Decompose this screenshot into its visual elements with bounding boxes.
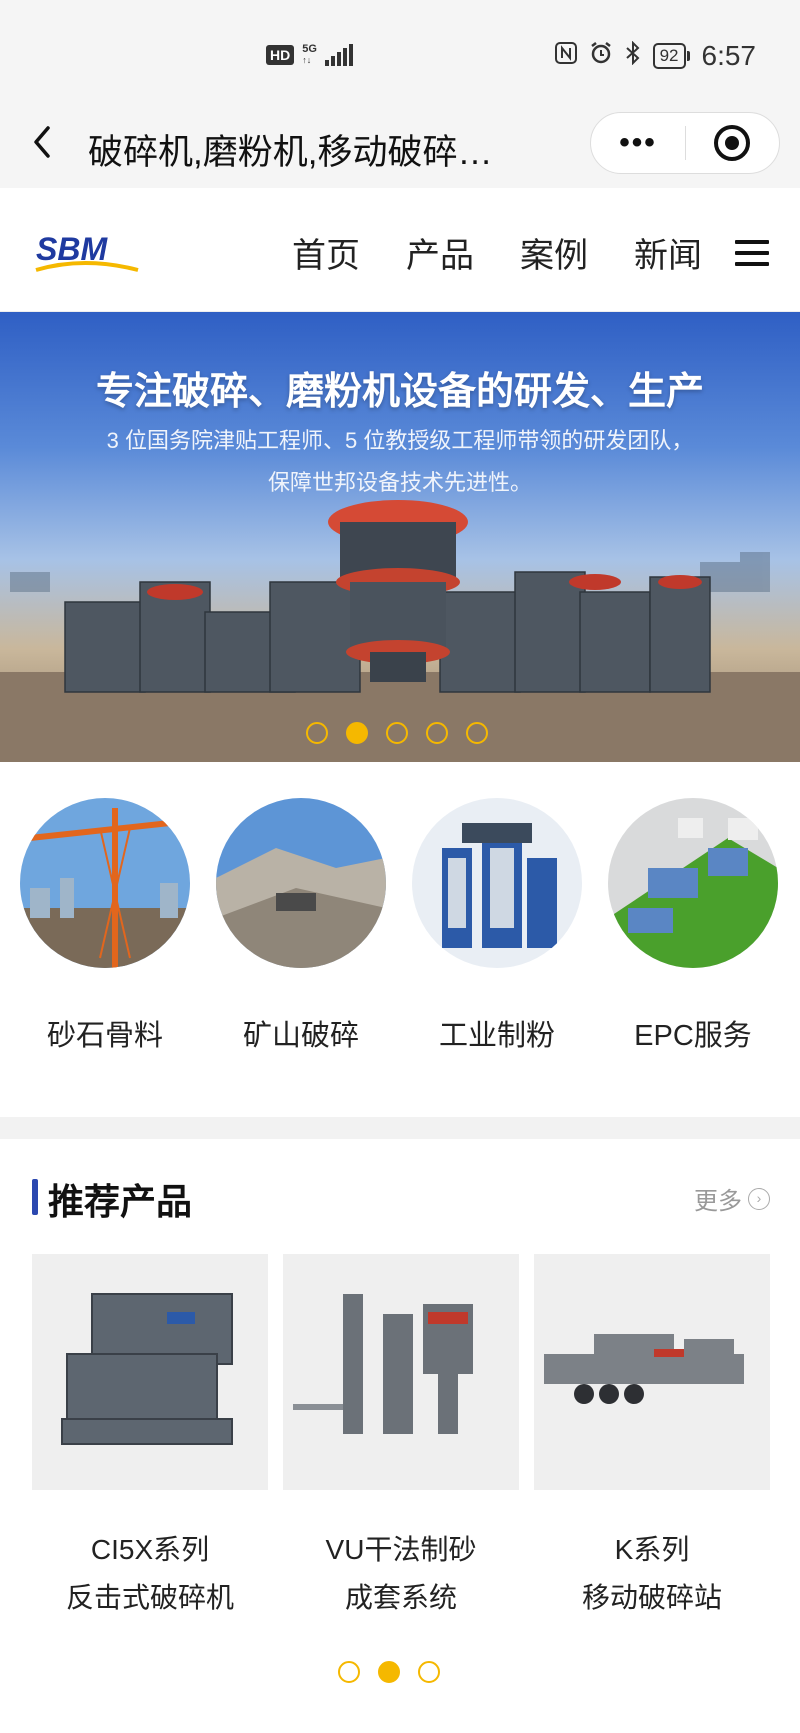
- banner-subtitle-line1: 3 位国务院津贴工程师、5 位教授级工程师带领的研发团队，: [106, 428, 694, 453]
- title-bar: 破碎机,磨粉机,移动破碎… •••: [0, 100, 800, 188]
- banner-dot-2[interactable]: [346, 722, 368, 744]
- banner-title: 专注破碎、磨粉机设备的研发、生产: [95, 371, 704, 413]
- plant-layout-image: [608, 798, 778, 968]
- category-epc-service[interactable]: EPC服务: [608, 798, 778, 1054]
- chevron-right-icon: ›: [748, 1187, 770, 1210]
- nav-products[interactable]: 产品: [406, 228, 474, 277]
- quarry-image: [216, 798, 386, 968]
- category-label: EPC服务: [634, 1020, 752, 1052]
- target-icon: [714, 125, 751, 161]
- mini-program-capsule: •••: [590, 112, 780, 174]
- nav-cases[interactable]: 案例: [520, 228, 588, 277]
- category-industrial-milling[interactable]: 工业制粉: [412, 798, 582, 1054]
- banner-pagination: [306, 722, 488, 744]
- alarm-icon: [589, 41, 613, 71]
- product-name: K系列 移动破碎站: [581, 1534, 722, 1613]
- mobile-crusher-image: [534, 1254, 770, 1490]
- recommended-products: 推荐产品 更多 › CI5X系列 反击式破碎机 VU干法制砂 成套系统 K系列 …: [0, 1139, 800, 1733]
- section-title: 推荐产品: [48, 1181, 193, 1222]
- banner-dot-4[interactable]: [426, 722, 448, 744]
- more-options-button[interactable]: •••: [591, 126, 685, 160]
- sand-making-system-image: [283, 1254, 519, 1490]
- impact-crusher-image: [32, 1254, 268, 1490]
- mill-plant-image: [412, 798, 582, 968]
- product-pagination: [338, 1661, 440, 1683]
- hero-banner[interactable]: 专注破碎、磨粉机设备的研发、生产 3 位国务院津贴工程师、5 位教授级工程师带领…: [0, 312, 800, 762]
- svg-text:SBM: SBM: [36, 231, 108, 267]
- product-page-dot-2[interactable]: [378, 1661, 400, 1683]
- banner-dot-3[interactable]: [386, 722, 408, 744]
- site-header: SBM 首页 产品 案例 新闻: [0, 188, 800, 312]
- category-grid: 砂石骨料 矿山破碎 工业制粉 EPC服务: [0, 762, 800, 1117]
- sbm-logo[interactable]: SBM: [34, 226, 140, 274]
- product-page-dot-1[interactable]: [338, 1661, 360, 1683]
- nfc-icon: [554, 42, 577, 70]
- banner-dot-5[interactable]: [466, 722, 488, 744]
- back-button[interactable]: [28, 122, 68, 166]
- battery-icon: 92: [652, 43, 690, 69]
- network-type: 5G ↑↓: [302, 43, 317, 66]
- crane-image: [20, 798, 190, 968]
- product-name: CI5X系列 反击式破碎机: [65, 1534, 234, 1613]
- category-aggregate[interactable]: 砂石骨料: [20, 798, 190, 1054]
- close-button[interactable]: [686, 125, 779, 161]
- category-mining[interactable]: 矿山破碎: [216, 798, 386, 1054]
- product-name: VU干法制砂 成套系统: [325, 1534, 477, 1613]
- category-label: 砂石骨料: [46, 1020, 163, 1052]
- more-link[interactable]: 更多 ›: [694, 1181, 770, 1216]
- clock: 6:57: [701, 40, 757, 71]
- product-card[interactable]: CI5X系列 反击式破碎机: [32, 1254, 268, 1622]
- network-indicators: HD 5G ↑↓: [266, 44, 353, 66]
- battery-level: 92: [652, 43, 686, 69]
- banner-dot-1[interactable]: [306, 722, 328, 744]
- hamburger-menu-icon[interactable]: [735, 240, 769, 266]
- product-card[interactable]: K系列 移动破碎站: [534, 1254, 770, 1622]
- signal-icon: [324, 44, 353, 66]
- system-indicators: 92 6:57: [554, 40, 757, 72]
- nav-news[interactable]: 新闻: [634, 228, 702, 277]
- page-title: 破碎机,磨粉机,移动破碎…: [88, 133, 493, 172]
- product-card[interactable]: VU干法制砂 成套系统: [283, 1254, 519, 1622]
- section-accent-bar: [32, 1179, 38, 1215]
- bluetooth-icon: [625, 40, 641, 71]
- more-label: 更多: [694, 1188, 742, 1215]
- section-divider: [0, 1117, 800, 1139]
- category-label: 工业制粉: [438, 1020, 555, 1052]
- status-bar: HD 5G ↑↓ 92 6:57: [0, 0, 800, 100]
- product-page-dot-3[interactable]: [418, 1661, 440, 1683]
- hd-badge: HD: [266, 45, 295, 65]
- main-nav: 首页 产品 案例 新闻: [292, 228, 702, 277]
- crusher-machines-image: [0, 500, 800, 762]
- chevron-left-icon: [34, 126, 50, 158]
- nav-home[interactable]: 首页: [292, 228, 360, 277]
- category-label: 矿山破碎: [242, 1020, 359, 1052]
